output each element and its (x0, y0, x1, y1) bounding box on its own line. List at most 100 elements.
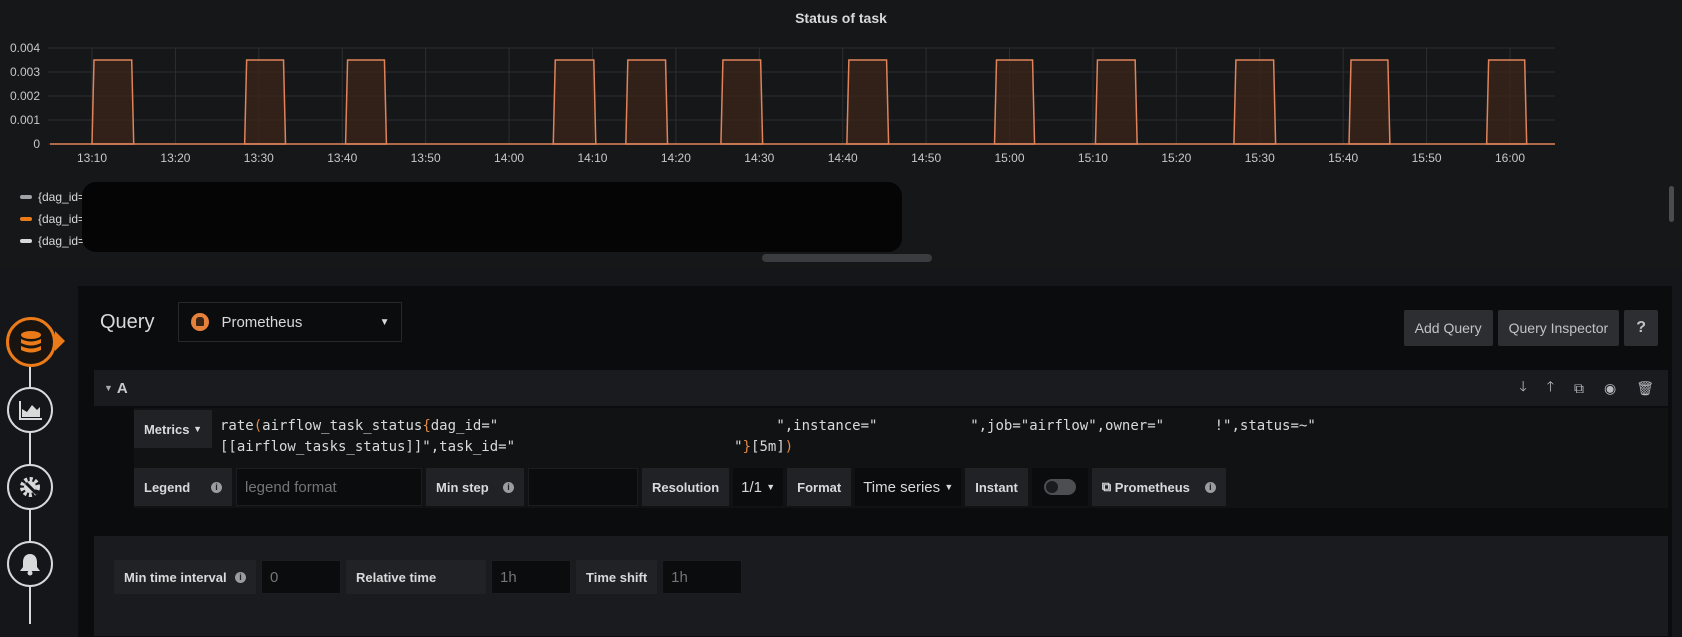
legend-label-cell: Legend i (134, 468, 232, 506)
series-pulse (91, 59, 135, 145)
legend-swatch (20, 195, 32, 199)
time-options-row: Min time interval i Relative time Time s… (114, 560, 743, 594)
legend: {dag_id=' {dag_id=' {dag_id=' (20, 186, 87, 252)
graph-title: Status of task (795, 10, 887, 26)
expr-brace: } (742, 439, 752, 455)
eye-icon[interactable]: ◉ (1604, 380, 1616, 397)
side-nav-alert[interactable] (7, 541, 53, 587)
min-time-interval-label: Min time interval (124, 569, 227, 585)
metrics-label: Metrics (143, 421, 190, 437)
x-tick-label: 13:40 (327, 151, 357, 165)
min-step-input[interactable] (528, 468, 638, 506)
side-nav-queries[interactable] (6, 317, 56, 367)
trash-icon[interactable]: 🗑 (1636, 380, 1654, 397)
row-actions: 🡓 🡑 ⧉ ◉ 🗑 (1519, 370, 1654, 406)
relative-time-label: Relative time (346, 560, 486, 594)
instant-toggle-wrap (1031, 468, 1088, 506)
time-shift-input[interactable] (662, 560, 743, 594)
y-tick-label: 0 (33, 137, 40, 151)
min-step-label-cell: Min step i (426, 468, 524, 506)
legend-swatch (20, 217, 32, 221)
x-tick-label: 13:50 (411, 151, 441, 165)
resolution-select[interactable]: 1/1 ▼ (733, 468, 784, 506)
x-tick-label: 15:40 (1328, 151, 1358, 165)
legend-label: {dag_id=' (38, 212, 88, 226)
bell-icon (20, 554, 40, 576)
relative-time-input[interactable] (491, 560, 571, 594)
panel-vertical-scrollbar[interactable] (1669, 186, 1674, 222)
datasource-select[interactable]: Prometheus ▼ (178, 302, 403, 342)
active-indicator (55, 331, 65, 351)
expr-paren: ) (784, 439, 794, 455)
y-tick-label: 0.001 (10, 113, 40, 127)
resolution-value: 1/1 (741, 478, 763, 496)
chevron-down-icon: ▼ (944, 482, 954, 492)
expr-func: rate (220, 418, 254, 434)
expr-labels-cont: [[airflow_tasks_status]]",task_id=" " (220, 439, 743, 455)
chevron-down-icon: ▼ (766, 482, 776, 492)
chart-area: 0 0.001 0.002 0.003 0.004 13:10 13:20 13:30 13:4… (10, 41, 1555, 165)
info-icon[interactable]: i (503, 481, 514, 493)
series-pulse (625, 59, 669, 145)
query-box: Metrics ▼ rate(airflow_task_status{dag_i… (134, 408, 1668, 508)
legend-item[interactable]: {dag_id=' (20, 186, 87, 208)
collapse-caret-icon[interactable]: ▼ (104, 383, 113, 393)
prometheus-link[interactable]: ⧉ Prometheus i (1091, 468, 1226, 506)
info-icon[interactable]: i (211, 481, 222, 493)
chevron-down-icon: ▼ (379, 316, 390, 328)
metrics-expression-input[interactable]: rate(airflow_task_status{dag_id=" ",inst… (220, 416, 1660, 458)
move-up-icon[interactable]: 🡑 (1547, 376, 1554, 400)
info-icon[interactable]: i (1204, 481, 1216, 493)
metrics-dropdown[interactable]: Metrics ▼ (134, 410, 212, 448)
series-pulse (1233, 59, 1277, 145)
expr-paren: ( (253, 418, 263, 434)
external-link-icon: ⧉ (1101, 479, 1115, 494)
legend-format-input[interactable] (236, 468, 422, 506)
x-tick-label: 13:30 (244, 151, 274, 165)
query-editor-area: Query Prometheus ▼ Add Query Query Inspe… (0, 268, 1682, 637)
x-tick-label: 14:40 (828, 151, 858, 165)
min-time-interval-label-cell: Min time interval i (114, 560, 256, 594)
query-options-panel: Min time interval i Relative time Time s… (94, 536, 1668, 636)
x-tick-label: 16:00 (1495, 151, 1525, 165)
series-pulse (1094, 59, 1138, 145)
y-tick-label: 0.002 (10, 89, 40, 103)
header-buttons: Add Query Query Inspector ? (1403, 310, 1658, 346)
graph-panel: 0 0.001 0.002 0.003 0.004 13:10 13:20 13:30 13:4… (0, 0, 1682, 268)
expr-labels: dag_id=" ",instance=" ",job="airflow",ow… (430, 418, 1316, 434)
help-button[interactable]: ? (1624, 310, 1658, 346)
database-icon (21, 331, 41, 353)
legend-item[interactable]: {dag_id=' (20, 230, 87, 252)
query-header: Query Prometheus ▼ (100, 302, 403, 342)
side-nav-general[interactable] (7, 464, 53, 510)
chevron-down-icon: ▼ (193, 424, 203, 434)
series-pulse (1348, 59, 1391, 145)
expr-brace: { (422, 418, 431, 434)
x-tick-label: 15:50 (1412, 151, 1442, 165)
time-shift-label: Time shift (576, 560, 658, 594)
format-value: Time series (863, 478, 941, 496)
x-tick-label: 15:30 (1245, 151, 1275, 165)
x-tick-label: 15:20 (1161, 151, 1191, 165)
side-nav-visualization[interactable] (7, 387, 53, 433)
legend-item[interactable]: {dag_id=' (20, 208, 87, 230)
query-title: Query (100, 310, 155, 333)
query-row-header[interactable]: ▼ A 🡓 🡑 ⧉ ◉ 🗑 (94, 370, 1668, 406)
move-down-icon[interactable]: 🡓 (1519, 376, 1526, 400)
prometheus-logo-icon (191, 313, 210, 331)
grafana-panel-editor: 0 0.001 0.002 0.003 0.004 13:10 13:20 13:30 13:4… (0, 0, 1682, 637)
instant-toggle[interactable] (1043, 479, 1076, 495)
info-icon[interactable]: i (235, 571, 246, 583)
duplicate-icon[interactable]: ⧉ (1574, 380, 1584, 397)
query-options-row: Legend i Min step i Resolution 1/1 ▼ For… (134, 468, 1226, 506)
format-select[interactable]: Time series ▼ (855, 468, 962, 506)
series-pulse (552, 59, 597, 145)
min-time-interval-input[interactable] (261, 560, 341, 594)
query-inspector-button[interactable]: Query Inspector (1497, 310, 1620, 346)
legend-field-label: Legend (144, 479, 191, 495)
redaction (82, 182, 902, 252)
min-step-label: Min step (436, 479, 489, 495)
add-query-button[interactable]: Add Query (1403, 310, 1493, 346)
series-pulse (344, 59, 388, 145)
legend-horizontal-scrollbar[interactable] (762, 254, 932, 262)
